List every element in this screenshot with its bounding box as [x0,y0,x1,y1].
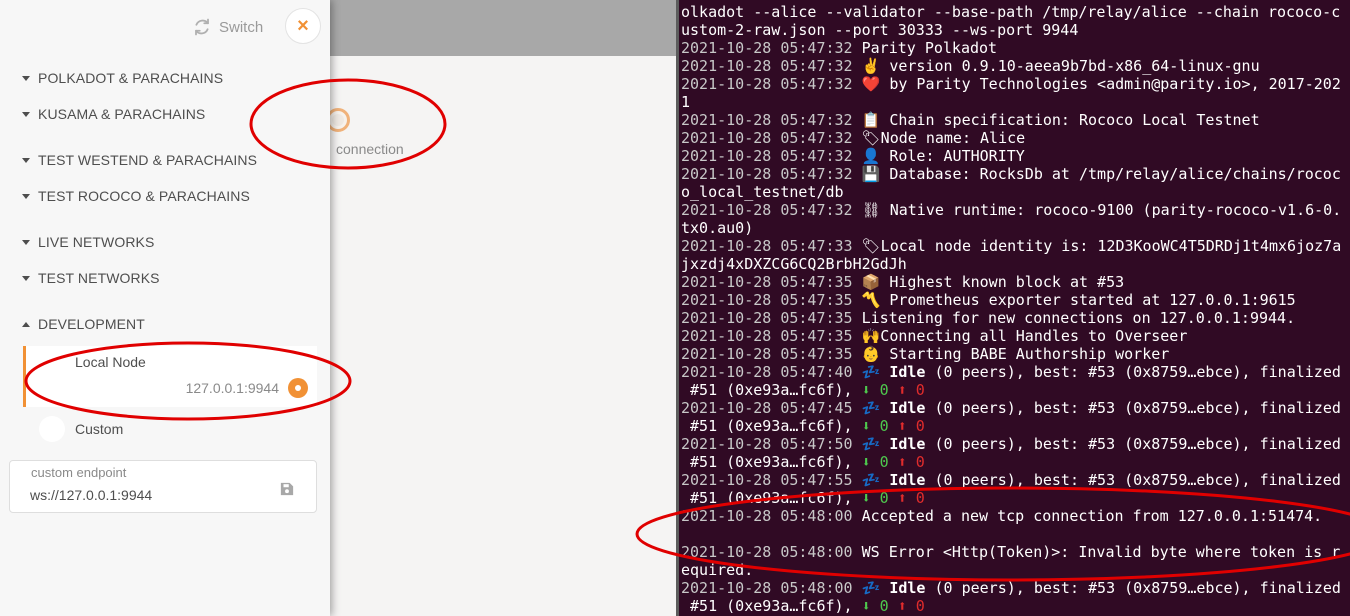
terminal-line: 2021-10-28 05:47:32 🏷Node name: Alice [681,129,1026,147]
terminal-window[interactable]: olkadot --alice --validator --base-path … [676,0,1350,616]
terminal-line: 2021-10-28 05:47:32 📋 Chain specificatio… [681,111,1260,129]
terminal-line: tx0.au0) [681,219,754,237]
network-sidebar: Switch × POLKADOT & PARACHAINS KUSAMA & … [0,0,330,616]
switch-label: Switch [219,18,264,36]
terminal-line: 2021-10-28 05:47:32 ⛓ Native runtime: ro… [681,201,1342,219]
switch-button[interactable]: Switch [193,16,263,38]
group-label: TEST WESTEND & PARACHAINS [38,152,258,168]
terminal-line: 2021-10-28 05:47:33 🏷Local node identity… [681,237,1342,255]
save-icon[interactable] [280,482,294,496]
group-label: POLKADOT & PARACHAINS [38,70,224,86]
caret-down-icon [22,75,30,81]
terminal-line: 2021-10-28 05:47:32 💾 Database: RocksDb … [681,165,1341,183]
terminal-line: jxzdj4xDXZCG6CQ2BrbH2GdJh [681,255,907,273]
group-development[interactable]: DEVELOPMENT [22,316,145,332]
caret-down-icon [22,193,30,199]
group-label: KUSAMA & PARACHAINS [38,106,206,122]
terminal-line: 2021-10-28 05:47:32 ❤️ by Parity Technol… [681,75,1341,93]
network-option-name: Local Node [75,354,146,370]
terminal-line: 2021-10-28 05:47:32 Parity Polkadot [681,39,998,57]
terminal-line: 2021-10-28 05:48:00 Accepted a new tcp c… [681,507,1323,525]
terminal-line: equired. [681,561,754,579]
terminal-line: #51 (0xe93a…fc6f), ⬇ 0 ⬆ 0 [681,597,925,615]
group-label: LIVE NETWORKS [38,234,155,250]
network-option-name: Custom [75,421,124,437]
terminal-line: 2021-10-28 05:47:35 🙌Connecting all Hand… [681,327,1188,345]
group-polkadot-parachains[interactable]: POLKADOT & PARACHAINS [22,70,223,86]
terminal-line: #51 (0xe93a…fc6f), ⬇ 0 ⬆ 0 [681,489,925,507]
terminal-line: 2021-10-28 05:48:00 WS Error <Http(Token… [681,543,1341,561]
group-label: DEVELOPMENT [38,316,145,332]
network-option-custom[interactable]: Custom [23,414,317,446]
terminal-line: #51 (0xe93a…fc6f), ⬇ 0 ⬆ 0 [681,417,925,435]
caret-down-icon [22,275,30,281]
terminal-line: 2021-10-28 05:47:35 📦 Highest known bloc… [681,273,1125,291]
terminal-line: 2021-10-28 05:47:50 💤 Idle (0 peers), be… [681,435,1341,453]
caret-down-icon [22,239,30,245]
network-option-local-node[interactable]: Local Node 127.0.0.1:9944 [23,346,317,407]
close-icon: × [297,14,309,37]
terminal-line: 2021-10-28 05:47:40 💤 Idle (0 peers), be… [681,363,1341,381]
custom-endpoint-field[interactable]: custom endpoint [9,460,317,513]
terminal-output: olkadot --alice --validator --base-path … [681,3,1341,615]
group-test-westend-parachains[interactable]: TEST WESTEND & PARACHAINS [22,152,257,168]
caret-down-icon [22,111,30,117]
terminal-line: #51 (0xe93a…fc6f), ⬇ 0 ⬆ 0 [681,381,925,399]
custom-endpoint-label: custom endpoint [31,465,127,480]
group-label: TEST NETWORKS [38,270,160,286]
terminal-line: 2021-10-28 05:47:45 💤 Idle (0 peers), be… [681,399,1341,417]
radio-unselected-icon[interactable] [39,416,65,442]
terminal-line: 2021-10-28 05:47:35 〽️ Prometheus export… [681,291,1296,309]
group-live-networks[interactable]: LIVE NETWORKS [22,234,154,250]
terminal-line: 2021-10-28 05:47:32 ✌️ version 0.9.10-ae… [681,57,1260,75]
caret-up-icon [22,321,30,327]
terminal-line: ustom-2-raw.json --port 30333 --ws-port … [681,21,1079,39]
terminal-line: olkadot --alice --validator --base-path … [681,3,1341,21]
group-label: TEST ROCOCO & PARACHAINS [38,188,250,204]
terminal-line: 2021-10-28 05:47:35 👶 Starting BABE Auth… [681,345,1170,363]
terminal-line: 2021-10-28 05:47:35 Listening for new co… [681,309,1296,327]
caret-down-icon [22,157,30,163]
close-button[interactable]: × [285,8,321,44]
terminal-line: 1 [681,93,691,111]
refresh-icon [195,18,209,36]
terminal-line: 2021-10-28 05:48:00 💤 Idle (0 peers), be… [681,579,1341,597]
terminal-line: #51 (0xe93a…fc6f), ⬇ 0 ⬆ 0 [681,453,925,471]
group-kusama-parachains[interactable]: KUSAMA & PARACHAINS [22,106,205,122]
connection-label: connection [336,141,404,157]
terminal-line: 2021-10-28 05:47:55 💤 Idle (0 peers), be… [681,471,1341,489]
radio-selected-icon[interactable] [288,378,308,398]
network-option-url: 127.0.0.1:9944 [185,380,279,396]
group-test-networks[interactable]: TEST NETWORKS [22,270,160,286]
terminal-line: o_local_testnet/db [681,183,844,201]
group-test-rococo-parachains[interactable]: TEST ROCOCO & PARACHAINS [22,188,250,204]
custom-endpoint-input[interactable] [30,485,270,505]
terminal-line: 2021-10-28 05:47:32 👤 Role: AUTHORITY [681,147,1025,165]
